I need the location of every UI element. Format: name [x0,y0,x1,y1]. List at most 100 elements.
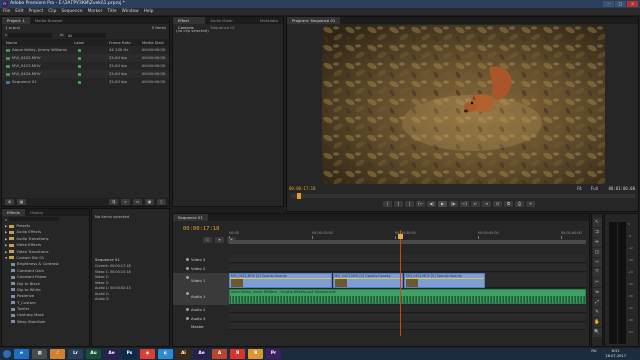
taskbar-app[interactable]: ◉ [140,349,155,359]
list-view-icon[interactable]: ≣ [5,199,14,205]
effects-item[interactable]: Warp Stabilizer [2,319,89,325]
taskbar-app[interactable]: Я [248,349,263,359]
video-track-lane[interactable]: MVI_0422.MOV [V] Opacity:Opacity MVI_0423… [229,273,586,288]
video-clip[interactable]: MVI_0423.MOV [V] Opacity:Opacity [332,273,403,288]
menu-marker[interactable]: Marker [88,8,103,15]
label-swatch[interactable] [78,56,81,60]
opacity-rubberband[interactable] [333,278,402,279]
label-swatch[interactable] [78,80,81,84]
icon-view-icon[interactable]: ▦ [17,199,26,205]
transport-button-10[interactable]: ⊡ [493,201,502,207]
audio-clip[interactable]: Aaron Kelley, Jimmy Williams - Surging W… [229,289,586,304]
audio-track-header[interactable]: Audio 1 [173,289,229,305]
tab-program[interactable]: Program: Sequence 01 [287,17,341,24]
playhead-handle[interactable] [398,234,404,239]
work-area-bar[interactable] [229,240,586,244]
tool-button-5[interactable]: ⤧ [592,268,602,277]
project-item[interactable]: MVI_0422.MOV 25,00 fps 00:00:00:00 [2,54,169,62]
time-ruler[interactable]: 00:00 00:00:15:00 00:00:30:00 00:00:45:00 00… [229,230,586,245]
tool-button-10[interactable]: ✋ [592,318,602,327]
tab-media-browser[interactable]: Media Browser [30,17,68,24]
menu-clip[interactable]: Clip [48,8,56,15]
master-track-lane[interactable] [229,323,586,330]
video-clip[interactable]: MVI_0424.MOV [V] Opacity:Opacity [403,273,486,288]
menu-edit[interactable]: Edit [15,8,23,15]
add-marker-icon[interactable]: ▾ [215,237,224,243]
menu-file[interactable]: File [3,8,10,15]
taskbar-app[interactable]: ♪ [50,349,65,359]
label-swatch[interactable] [78,48,81,52]
search-input[interactable] [8,32,53,38]
taskbar-app[interactable]: A [212,349,227,359]
menu-title[interactable]: Title [107,8,116,15]
menu-help[interactable]: Help [144,8,154,15]
tab-metadata[interactable]: Metadata [255,17,283,24]
speaker-icon[interactable] [186,317,189,320]
taskbar-app[interactable]: Au [86,349,101,359]
transport-button-11[interactable]: ⧉ [504,201,513,207]
video-track-header[interactable]: Video 1 [173,273,229,289]
collapsed-arrow-icon[interactable]: ▶ [5,224,7,228]
project-item[interactable]: Sequence 01 25,00 fps 00:00:00:00 [2,78,169,86]
menu-sequence[interactable]: Sequence [61,8,82,15]
collapsed-arrow-icon[interactable]: ▶ [5,243,7,247]
collapsed-arrow-icon[interactable]: ▶ [5,237,7,241]
video-track-header[interactable]: Video 2 [173,264,229,273]
project-item[interactable]: MVI_0424.MOV 25,00 fps 00:00:00:00 [2,70,169,78]
automate-icon[interactable]: ⇶ [109,199,118,205]
tab-history[interactable]: History [25,209,49,216]
tool-button-8[interactable]: ⤢ [592,298,602,307]
trash-icon[interactable]: ▯ [157,199,166,205]
column-label[interactable]: Label [74,39,84,46]
video-track-lane[interactable] [229,255,586,263]
program-playhead[interactable] [297,193,301,199]
effects-search-input[interactable] [8,217,59,221]
column-media-start[interactable]: Media Start [142,39,164,46]
fit-select[interactable]: Fit [577,185,582,192]
master-track-header[interactable]: Master [173,323,229,331]
taskbar-app[interactable]: Ps [122,349,137,359]
close-button[interactable]: × [627,1,638,7]
transport-button-8[interactable]: ⇤ [471,201,480,207]
tool-button-3[interactable]: ◫ [592,248,602,257]
audio-track-header[interactable]: Audio 3 [173,314,229,323]
transport-button-0[interactable]: { [383,201,392,207]
transport-button-9[interactable]: ⇥ [482,201,491,207]
new-bin-icon[interactable]: ▭ [133,199,142,205]
collapsed-arrow-icon[interactable]: ▶ [5,250,7,254]
column-frame-rate[interactable]: Frame Rate [109,39,131,46]
taskbar-app[interactable]: Ai [176,349,191,359]
eye-icon[interactable] [186,267,189,270]
transport-button-2[interactable]: | [405,201,414,207]
program-timecode[interactable]: 00:00:17:18 [289,186,316,191]
transport-button-4[interactable]: ◀| [427,201,436,207]
tab-effect-controls[interactable]: Effect Controls [173,17,206,30]
transport-button-7[interactable]: →} [460,201,469,207]
tool-button-2[interactable]: ⇹ [592,238,602,247]
audio-track-lane[interactable] [229,314,586,322]
program-scrub-bar[interactable] [291,193,635,199]
transport-button-12[interactable]: ⎙ [515,201,524,207]
find-icon[interactable]: ⌕ [121,199,130,205]
audio-track-lane[interactable] [229,305,586,313]
video-clip[interactable]: MVI_0422.MOV [V] Opacity:Opacity [229,273,332,288]
tool-button-6[interactable]: ✂ [592,278,602,287]
start-button[interactable] [3,350,11,358]
menu-project[interactable]: Project [29,8,44,15]
resolution-select[interactable]: Full [591,185,598,192]
tool-button-0[interactable]: ↖ [592,218,602,227]
menu-window[interactable]: Window [122,8,139,15]
taskbar-app[interactable]: e [14,349,29,359]
collapsed-arrow-icon[interactable]: ▶ [5,230,7,234]
expanded-arrow-icon[interactable]: ▼ [5,256,7,260]
taskbar-app[interactable]: Ae [194,349,209,359]
tool-button-11[interactable]: 🔍 [592,328,602,337]
tool-button-7[interactable]: ⇋ [592,288,602,297]
speaker-icon[interactable] [186,308,189,311]
timeline-timecode[interactable]: 00:00:17:18 [183,226,219,232]
tab-project[interactable]: Project: 1 [2,17,30,24]
label-swatch[interactable] [78,72,81,76]
tab-sequence[interactable]: Sequence 01 [173,214,208,221]
taskbar-app[interactable]: ▦ [32,349,47,359]
eye-icon[interactable] [186,276,189,279]
